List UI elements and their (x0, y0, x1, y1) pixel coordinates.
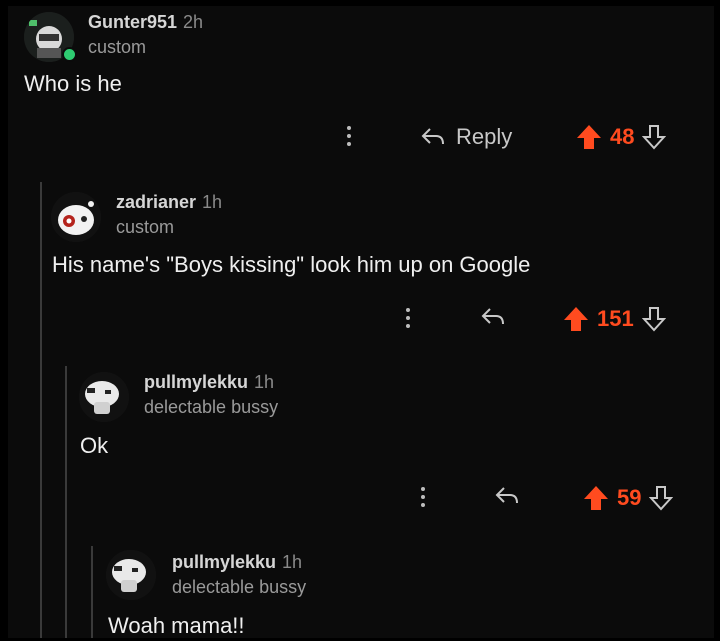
pullmylekku-avatar-icon[interactable] (106, 550, 156, 600)
comment-thread: Gunter951 2h custom Who is he Reply 48 z… (8, 6, 714, 638)
vote-controls: 48 (576, 124, 667, 150)
downvote-arrow-icon[interactable] (641, 306, 666, 332)
comment-actions: Reply 48 (8, 122, 714, 152)
more-options-button[interactable] (405, 308, 411, 332)
upvote-arrow-icon[interactable] (576, 124, 602, 150)
username[interactable]: pullmylekku (172, 552, 276, 572)
username[interactable]: pullmylekku (144, 372, 248, 392)
comment-time: 1h (202, 192, 223, 212)
comment-time: 1h (254, 372, 275, 392)
upvote-arrow-icon[interactable] (583, 485, 609, 511)
thread-line[interactable] (40, 182, 42, 638)
comment-actions: 59 (8, 483, 714, 513)
comment-body: His name's "Boys kissing" look him up on… (52, 252, 531, 277)
vote-controls: 59 (583, 485, 674, 511)
vote-score: 59 (617, 485, 642, 510)
comment-body: Who is he (24, 71, 122, 96)
reply-icon (421, 128, 444, 145)
more-options-button[interactable] (420, 487, 426, 511)
comment-author[interactable]: pullmylekku 1h (144, 372, 274, 393)
reply-icon (495, 487, 518, 504)
thread-line[interactable] (91, 546, 93, 638)
vote-controls: 151 (563, 306, 666, 332)
user-flair: custom (116, 217, 175, 237)
comment-body: Woah mama!! (108, 613, 245, 638)
comment-time: 2h (183, 12, 204, 32)
online-status-dot (62, 47, 77, 62)
downvote-arrow-icon[interactable] (649, 485, 674, 511)
upvote-arrow-icon[interactable] (563, 306, 589, 332)
comment-author[interactable]: Gunter951 2h (88, 12, 203, 33)
downvote-arrow-icon[interactable] (642, 124, 667, 150)
user-flair: custom (88, 37, 147, 57)
comment-author[interactable]: zadrianer 1h (116, 192, 222, 213)
reply-button[interactable] (494, 485, 520, 507)
comment-author[interactable]: pullmylekku 1h (172, 552, 302, 573)
reply-button[interactable]: Reply (420, 124, 512, 150)
reply-icon (481, 308, 504, 325)
reply-label[interactable]: Reply (456, 124, 512, 150)
reply-button[interactable] (480, 306, 506, 328)
vote-score: 48 (610, 124, 635, 149)
comment-actions: 151 (8, 304, 714, 334)
username[interactable]: Gunter951 (88, 12, 177, 32)
user-flair: delectable bussy (144, 397, 279, 417)
username[interactable]: zadrianer (116, 192, 196, 212)
comment-time: 1h (282, 552, 303, 572)
more-options-button[interactable] (346, 126, 352, 150)
vote-score: 151 (597, 306, 634, 331)
comment-body: Ok (80, 433, 109, 458)
zadrianer-avatar-icon[interactable] (51, 192, 101, 242)
user-flair: delectable bussy (172, 577, 307, 597)
pullmylekku-avatar-icon[interactable] (79, 372, 129, 422)
